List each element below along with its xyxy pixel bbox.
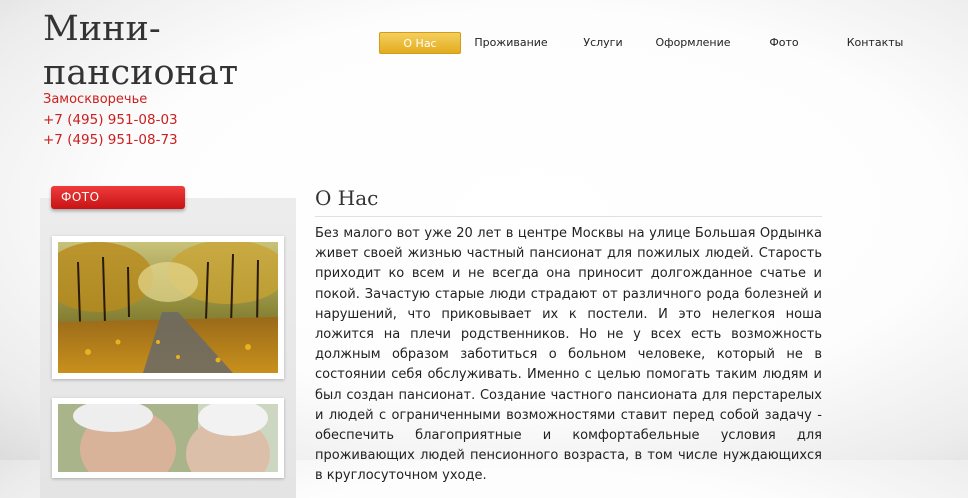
phone-number-1: +7 (495) 951-08-03 [43,112,178,128]
nav-item-accommodation[interactable]: Проживание [470,32,552,54]
elderly-couple-image [58,404,278,472]
page-heading: О Нас [315,186,822,217]
district-label: Замоскворечье [43,92,148,107]
autumn-park-image [58,242,278,373]
about-text: Без малого вот уже 20 лет в центре Москв… [315,226,822,484]
nav-item-registration[interactable]: Оформление [650,32,736,54]
nav-item-about[interactable]: О Нас [379,32,461,54]
autumn-park-photo[interactable] [52,236,284,379]
sidebar-photo-tab[interactable]: ФОТО [51,186,185,209]
nav-item-services[interactable]: Услуги [572,32,634,54]
elderly-couple-photo[interactable] [52,398,284,478]
phone-number-2: +7 (495) 951-08-73 [43,132,178,148]
nav-item-contacts[interactable]: Контакты [842,32,908,54]
site-title: Мини-пансионат [43,9,239,93]
nav-item-photo[interactable]: Фото [760,32,808,54]
